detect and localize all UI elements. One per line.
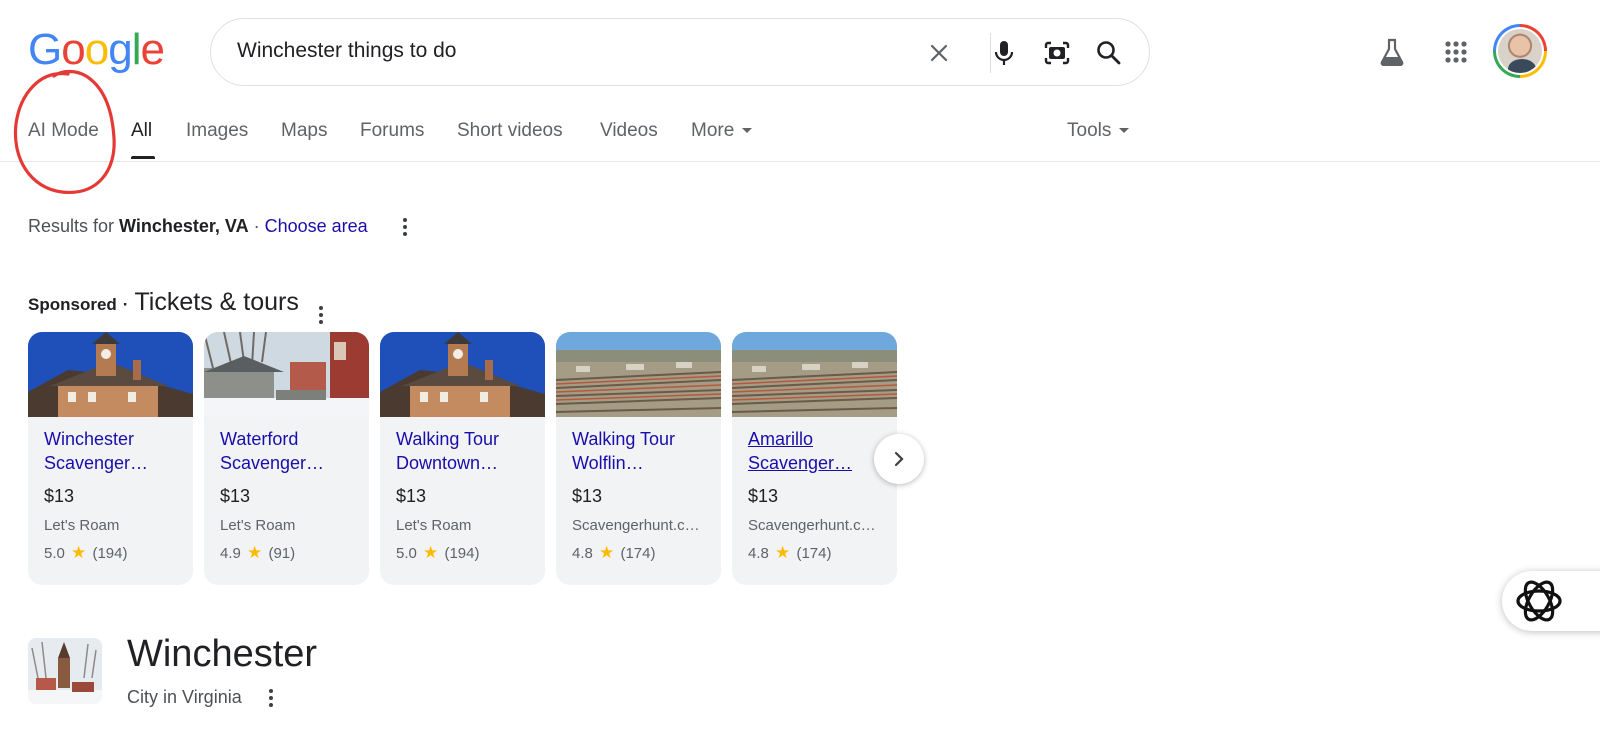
tour-title[interactable]: Winchester Scavenger… bbox=[44, 427, 184, 475]
entity-type: City in Virginia bbox=[127, 686, 242, 707]
results-for-prefix: Results for bbox=[28, 215, 115, 236]
tab-images[interactable]: Images bbox=[186, 120, 248, 142]
more-options-icon[interactable] bbox=[311, 303, 331, 327]
section-title: Tickets & tours bbox=[134, 288, 299, 316]
location-line: Results for Winchester, VA · Choose area bbox=[28, 215, 415, 239]
search-input[interactable] bbox=[237, 39, 897, 63]
tour-rating: 5.0 ★ (194) bbox=[396, 543, 479, 563]
location-name: Winchester, VA bbox=[119, 215, 249, 236]
logo-letter: o bbox=[84, 25, 110, 74]
apps-grid-icon[interactable] bbox=[1436, 32, 1476, 72]
tab-ai-mode[interactable]: AI Mode bbox=[28, 120, 99, 142]
rating-value: 4.9 bbox=[220, 545, 241, 562]
tour-vendor: Let's Roam bbox=[396, 517, 472, 534]
tour-card[interactable]: Winchester Scavenger… $13 Let's Roam 5.0… bbox=[28, 332, 193, 585]
tour-image bbox=[380, 332, 545, 417]
sponsored-label: Sponsored bbox=[28, 295, 117, 314]
tour-card[interactable]: Walking Tour Downtown… $13 Let's Roam 5.… bbox=[380, 332, 545, 585]
tour-rating: 4.9 ★ (91) bbox=[220, 543, 295, 563]
tour-title[interactable]: Walking Tour Wolflin… bbox=[572, 427, 712, 475]
tour-card[interactable]: Waterford Scavenger… $13 Let's Roam 4.9 … bbox=[204, 332, 369, 585]
review-count: (174) bbox=[620, 545, 656, 562]
carousel-next-button[interactable] bbox=[874, 434, 924, 484]
tour-price: $13 bbox=[748, 486, 779, 506]
assistant-knot-icon bbox=[1516, 580, 1562, 622]
review-count: (194) bbox=[444, 545, 480, 562]
entity-title: Winchester bbox=[127, 633, 318, 675]
star-icon: ★ bbox=[775, 543, 791, 562]
microphone-icon[interactable] bbox=[988, 37, 1020, 69]
logo-letter: l bbox=[131, 25, 142, 74]
tour-image bbox=[556, 332, 721, 417]
avatar[interactable] bbox=[1493, 24, 1547, 78]
star-icon: ★ bbox=[599, 543, 615, 562]
review-count: (91) bbox=[268, 545, 296, 562]
tab-all[interactable]: All bbox=[131, 120, 152, 142]
floating-assistant-button[interactable] bbox=[1502, 571, 1600, 631]
tour-vendor: Scavengerhunt.c… bbox=[748, 517, 876, 534]
tab-more[interactable]: More bbox=[691, 120, 753, 142]
rating-value: 4.8 bbox=[572, 545, 593, 562]
tour-vendor: Let's Roam bbox=[220, 517, 296, 534]
search-tabs: AI Mode All Images Maps Forums Short vid… bbox=[0, 110, 1600, 162]
tab-maps[interactable]: Maps bbox=[281, 120, 327, 142]
tour-price: $13 bbox=[220, 486, 251, 506]
star-icon: ★ bbox=[423, 543, 439, 562]
google-logo[interactable]: Google bbox=[28, 25, 165, 74]
rating-value: 5.0 bbox=[396, 545, 417, 562]
tour-price: $13 bbox=[572, 486, 603, 506]
logo-letter: g bbox=[108, 25, 133, 74]
tab-short-videos[interactable]: Short videos bbox=[457, 120, 563, 142]
tour-card[interactable]: Amarillo Scavenger… $13 Scavengerhunt.c…… bbox=[732, 332, 897, 585]
tour-price: $13 bbox=[44, 486, 75, 506]
tour-rating: 4.8 ★ (174) bbox=[748, 543, 831, 563]
tab-videos[interactable]: Videos bbox=[600, 120, 658, 142]
logo-letter: G bbox=[28, 25, 62, 74]
city-thumbnail[interactable] bbox=[28, 638, 102, 704]
review-count: (174) bbox=[796, 545, 832, 562]
tour-image bbox=[732, 332, 897, 417]
search-icon[interactable] bbox=[1093, 37, 1125, 69]
tour-vendor: Scavengerhunt.c… bbox=[572, 517, 700, 534]
star-icon: ★ bbox=[247, 543, 263, 562]
chevron-down-icon bbox=[742, 128, 753, 134]
choose-area-link[interactable]: Choose area bbox=[265, 216, 368, 236]
chevron-down-icon bbox=[1119, 128, 1130, 134]
tour-price: $13 bbox=[396, 486, 427, 506]
logo-letter: o bbox=[61, 25, 86, 74]
sponsored-header: Sponsored · Tickets & tours bbox=[28, 288, 331, 327]
more-options-icon[interactable] bbox=[395, 215, 415, 239]
logo-letter: e bbox=[140, 25, 165, 74]
close-icon[interactable] bbox=[923, 37, 955, 69]
tour-image bbox=[28, 332, 193, 417]
camera-lens-icon[interactable] bbox=[1041, 37, 1073, 69]
star-icon: ★ bbox=[71, 543, 87, 562]
review-count: (194) bbox=[92, 545, 128, 562]
tab-forums[interactable]: Forums bbox=[360, 120, 424, 142]
tour-title[interactable]: Waterford Scavenger… bbox=[220, 427, 360, 475]
chevron-right-icon bbox=[894, 451, 904, 467]
more-options-icon[interactable] bbox=[261, 686, 281, 710]
rating-value: 4.8 bbox=[748, 545, 769, 562]
tour-title[interactable]: Walking Tour Downtown… bbox=[396, 427, 536, 475]
tab-more-label: More bbox=[691, 120, 735, 141]
flask-icon[interactable] bbox=[1372, 32, 1412, 72]
rating-value: 5.0 bbox=[44, 545, 65, 562]
active-tab-indicator bbox=[131, 156, 155, 159]
entity-subtitle: City in Virginia bbox=[127, 686, 281, 710]
tour-image bbox=[204, 332, 369, 417]
tools-label: Tools bbox=[1067, 120, 1112, 141]
tour-card[interactable]: Walking Tour Wolflin… $13 Scavengerhunt.… bbox=[556, 332, 721, 585]
tools-button[interactable]: Tools bbox=[1067, 120, 1130, 142]
location-separator: · bbox=[253, 215, 260, 236]
tour-title[interactable]: Amarillo Scavenger… bbox=[748, 427, 888, 475]
tour-vendor: Let's Roam bbox=[44, 517, 120, 534]
tour-rating: 4.8 ★ (174) bbox=[572, 543, 655, 563]
tour-rating: 5.0 ★ (194) bbox=[44, 543, 127, 563]
search-box[interactable] bbox=[210, 18, 1150, 86]
sponsored-separator: · bbox=[122, 295, 129, 314]
